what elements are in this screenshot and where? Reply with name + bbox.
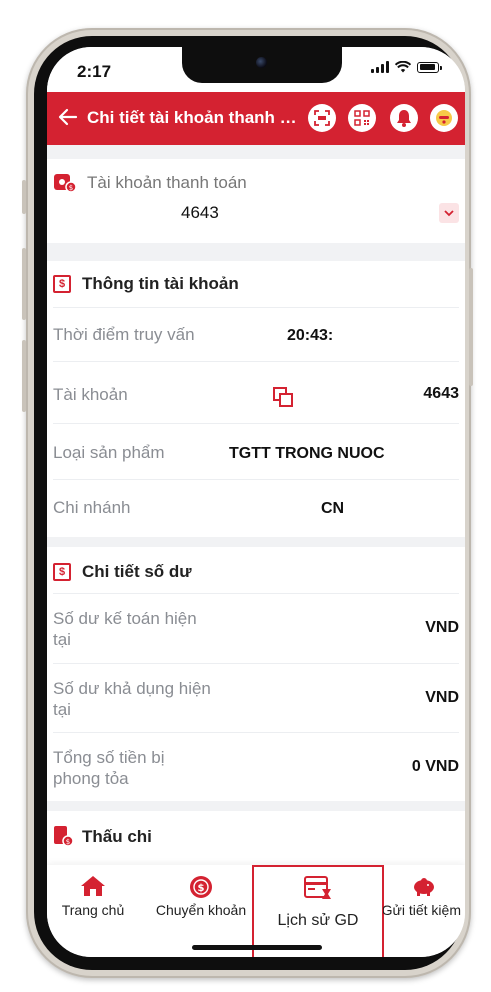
section-title-balance-detail: Chi tiết số dư bbox=[82, 562, 192, 581]
account-selector-label: Tài khoản thanh toán bbox=[87, 173, 247, 192]
bell-icon bbox=[397, 110, 411, 127]
info-row-account: Tài khoản 4643 bbox=[53, 361, 459, 424]
side-button-volume-down bbox=[22, 340, 26, 412]
status-time: 2:17 bbox=[77, 62, 112, 81]
scan-button[interactable] bbox=[308, 104, 336, 132]
row-value: 20:43: bbox=[287, 327, 334, 344]
balance-row-accounting: Số dư kế toán hiện tại VND bbox=[53, 593, 459, 664]
info-row-query-time: Thời điểm truy vấn 20:43: bbox=[53, 307, 459, 362]
dollar-document-icon: $ bbox=[53, 275, 71, 293]
row-label: Tổng số tiền bị phong tỏa bbox=[53, 748, 165, 788]
dollar-document-icon: $ bbox=[53, 563, 71, 581]
side-button-mute bbox=[22, 180, 26, 214]
account-dropdown-button[interactable] bbox=[439, 203, 459, 223]
svg-text:$: $ bbox=[198, 883, 205, 894]
nav-label: Gửi tiết kiệm bbox=[383, 902, 461, 918]
home-indicator bbox=[192, 945, 322, 950]
app-header: Chi tiết tài khoản thanh to... bbox=[47, 92, 465, 145]
row-label: Thời điểm truy vấn bbox=[53, 325, 195, 344]
scan-icon bbox=[314, 110, 330, 126]
bottom-navigation: Trang chủ $ Chuyển khoản Lịch sử GD Gửi … bbox=[47, 865, 465, 957]
qr-code-icon bbox=[354, 110, 370, 126]
balance-row-available: Số dư khả dụng hiện tại VND bbox=[53, 663, 459, 733]
nav-savings[interactable]: Gửi tiết kiệm bbox=[383, 875, 465, 918]
money-transfer-icon: $ bbox=[190, 876, 212, 898]
row-value: VND bbox=[425, 619, 459, 636]
side-button-power bbox=[469, 268, 473, 386]
front-camera bbox=[256, 57, 267, 68]
battery-icon bbox=[417, 61, 442, 73]
account-selector-card[interactable]: $ Tài khoản thanh toán 4643 bbox=[47, 159, 465, 243]
avatar[interactable] bbox=[430, 104, 458, 132]
svg-text:$: $ bbox=[66, 838, 70, 846]
wifi-icon bbox=[395, 61, 411, 73]
section-title-overdraft: Thấu chi bbox=[82, 827, 152, 846]
page-title: Chi tiết tài khoản thanh to... bbox=[87, 108, 301, 127]
balance-detail-card: $ Chi tiết số dư Số dư kế toán hiện tại … bbox=[47, 547, 465, 801]
row-value: TGTT TRONG NUOC bbox=[229, 445, 385, 462]
transaction-history-icon bbox=[304, 876, 331, 899]
row-label: Số dư kế toán hiện tại bbox=[53, 609, 197, 649]
row-value: VND bbox=[425, 689, 459, 706]
row-value: 4643 bbox=[423, 385, 459, 402]
row-label: Loại sản phẩm bbox=[53, 443, 165, 462]
piggy-bank-icon bbox=[414, 878, 434, 896]
back-arrow-icon[interactable] bbox=[55, 104, 81, 130]
overdraft-icon: $ bbox=[54, 826, 73, 847]
app-screen: 2:17 Chi tiết tài khoản thanh to... $ Tà… bbox=[47, 47, 465, 957]
avatar-icon bbox=[436, 110, 452, 126]
status-bar: 2:17 bbox=[47, 47, 465, 92]
side-button-volume-up bbox=[22, 248, 26, 320]
chevron-down-icon bbox=[444, 209, 454, 216]
balance-row-blocked: Tổng số tiền bị phong tỏa 0 VND bbox=[53, 732, 459, 802]
row-label: Số dư khả dụng hiện tại bbox=[53, 679, 211, 719]
nav-transaction-history[interactable]: Lịch sử GD bbox=[252, 875, 384, 930]
notification-button[interactable] bbox=[390, 104, 418, 132]
section-title-account-info: Thông tin tài khoản bbox=[82, 274, 239, 293]
status-icons bbox=[371, 61, 442, 73]
wallet-icon: $ bbox=[54, 174, 77, 193]
nav-label: Lịch sử GD bbox=[277, 912, 359, 929]
nav-label: Trang chủ bbox=[61, 902, 125, 918]
info-row-product-type: Loại sản phẩm TGTT TRONG NUOC bbox=[53, 423, 459, 480]
overdraft-card[interactable]: $ Thấu chi bbox=[47, 811, 465, 871]
account-info-card: $ Thông tin tài khoản Thời điểm truy vấn… bbox=[47, 261, 465, 537]
qr-code-button[interactable] bbox=[348, 104, 376, 132]
copy-icon[interactable] bbox=[272, 386, 294, 408]
row-label: Chi nhánh bbox=[53, 498, 131, 517]
row-label: Tài khoản bbox=[53, 385, 128, 404]
row-value: 0 VND bbox=[411, 758, 459, 775]
nav-transfer[interactable]: $ Chuyển khoản bbox=[147, 875, 255, 918]
account-number: 4643 bbox=[181, 203, 219, 222]
nav-home[interactable]: Trang chủ bbox=[47, 875, 139, 918]
info-row-branch: Chi nhánh CN bbox=[53, 479, 459, 538]
svg-text:$: $ bbox=[69, 184, 73, 192]
cellular-signal-icon bbox=[371, 61, 389, 73]
row-value: CN bbox=[321, 500, 345, 517]
notch bbox=[182, 47, 342, 83]
nav-label: Chuyển khoản bbox=[155, 902, 247, 918]
home-icon bbox=[81, 876, 105, 896]
